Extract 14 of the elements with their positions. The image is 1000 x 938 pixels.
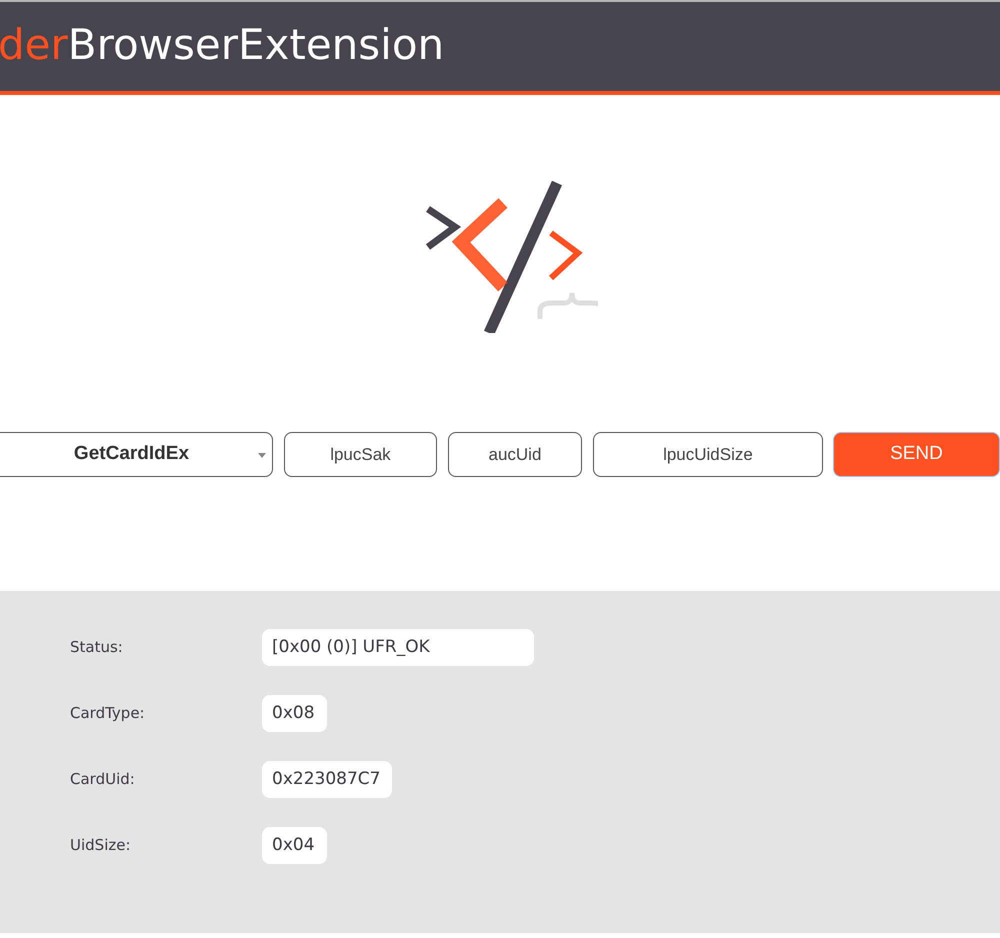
parameter-field[interactable]: lpucUidSize (592, 432, 823, 477)
parameter-field[interactable]: lpucSak (284, 432, 437, 477)
result-label: Status: (70, 637, 124, 658)
app-title: derBrowserExtension (0, 24, 444, 69)
result-label: CardUid: (70, 769, 136, 790)
caret-icon (258, 453, 266, 458)
function-select[interactable]: GetCardIdEx (0, 432, 273, 477)
result-label: CardType: (70, 703, 146, 724)
parameter-field[interactable]: aucUid (448, 432, 582, 477)
result-value: 0x223087C7 (262, 761, 392, 798)
result-value: 0x04 (262, 827, 327, 864)
result-value: [0x00 (0)] UFR_OK (262, 629, 534, 666)
result-label: UidSize: (70, 835, 132, 856)
result-value: 0x08 (262, 695, 327, 732)
